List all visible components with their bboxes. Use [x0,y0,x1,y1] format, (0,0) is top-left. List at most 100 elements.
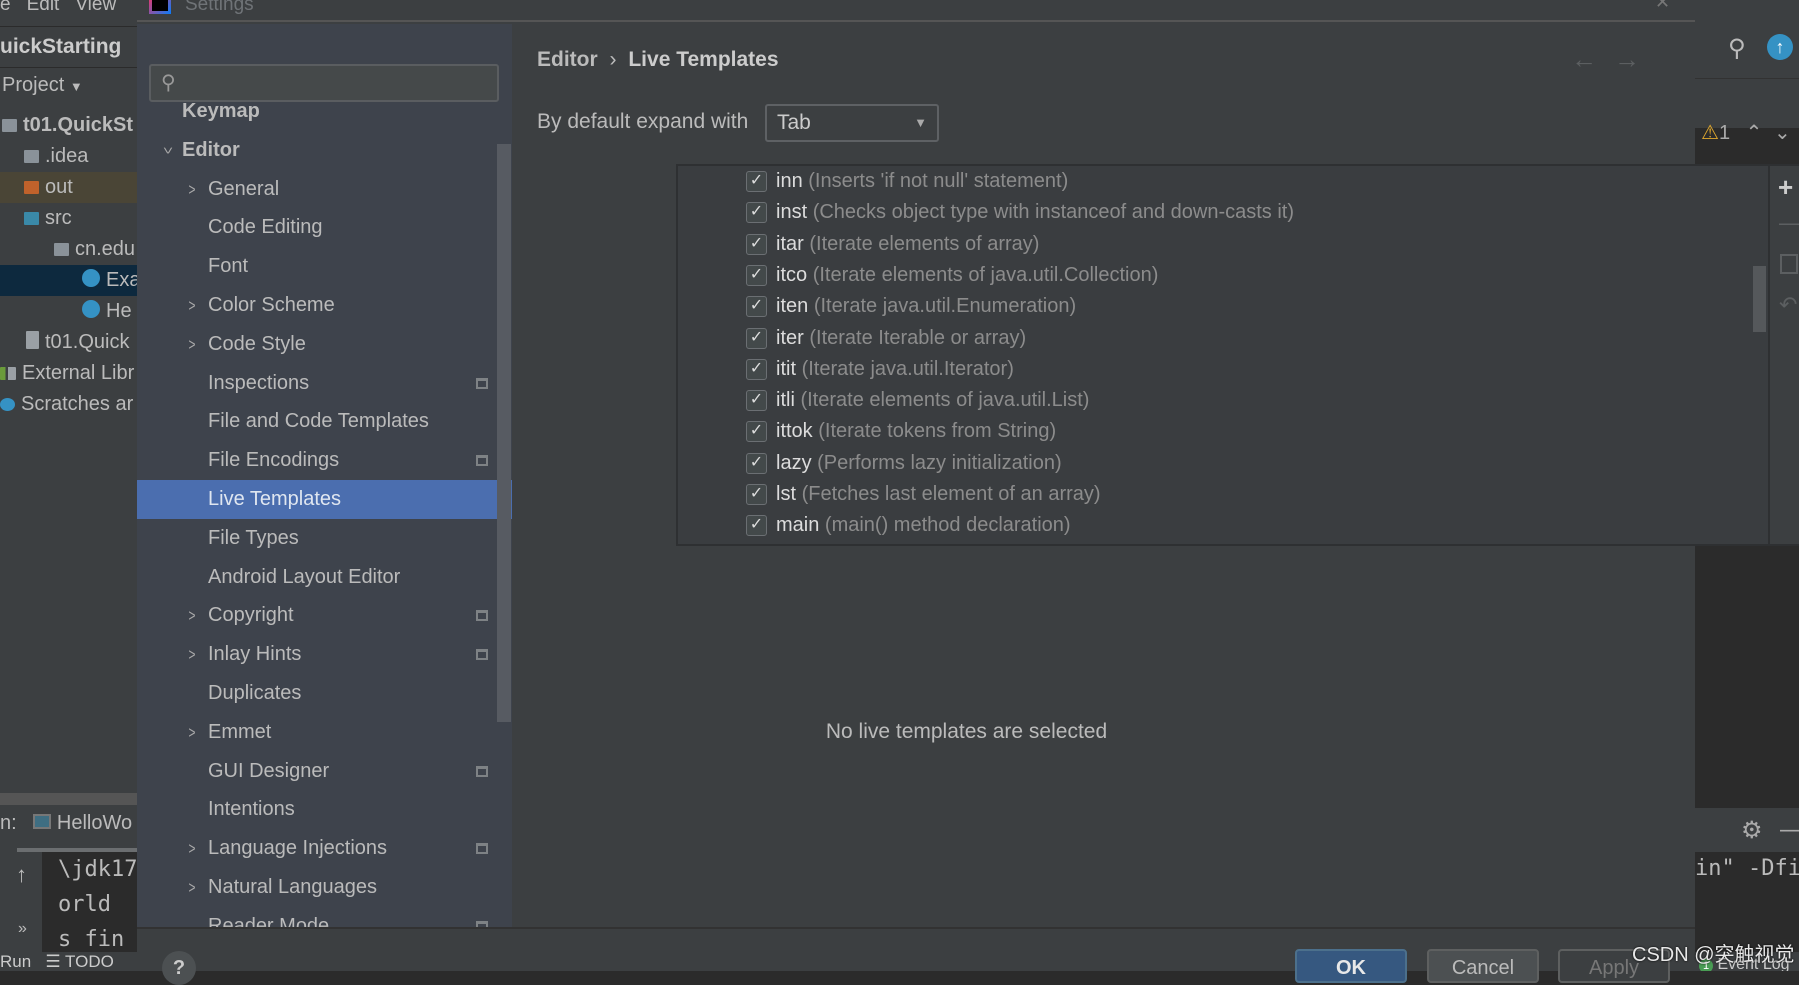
template-checkbox[interactable]: ✓ [746,515,767,537]
todo-tool-tab[interactable]: TODO [65,952,114,971]
template-row[interactable]: ✓ itli (Iterate elements of java.util.Lis… [678,385,1766,416]
sidebar-item-color-scheme[interactable]: > Color Scheme [137,286,512,325]
horizontal-scrollbar[interactable] [0,793,137,805]
tree-item[interactable]: Scratches ar [0,389,137,420]
sidebar-item-file-types[interactable]: File Types [137,519,512,558]
template-row[interactable]: ✓ itit (Iterate java.util.Iterator) [678,354,1766,385]
template-checkbox[interactable]: ✓ [746,264,767,286]
menu-file[interactable]: e [0,0,11,15]
template-row[interactable]: ✓ iten (Iterate java.util.Enumeration) [678,291,1766,322]
project-view-dropdown[interactable]: Project ▼ [2,74,83,97]
restore-defaults-icon[interactable]: ↶ [1779,292,1797,318]
more-icon[interactable]: » [18,920,27,938]
chevron-right-icon[interactable]: > [188,829,195,868]
tree-item[interactable]: Exa [0,265,137,296]
template-row[interactable]: ✓ lazy (Performs lazy initialization) [678,448,1766,479]
template-checkbox[interactable]: ✓ [746,484,767,505]
prev-highlight-icon[interactable]: ⌃ [1746,122,1763,144]
tree-item[interactable]: .idea [0,141,137,172]
tree-item[interactable]: t01.QuickSt [0,110,137,141]
template-checkbox[interactable]: ✓ [746,421,767,443]
template-row[interactable]: ✓ itco (Iterate elements of java.util.Col… [678,260,1766,291]
sidebar-item-code-editing[interactable]: Code Editing [137,208,512,247]
sidebar-item-inspections[interactable]: Inspections [137,364,512,403]
chevron-right-icon[interactable]: > [188,713,195,752]
gear-icon[interactable]: ⚙ [1741,816,1763,845]
tree-item[interactable]: out [0,172,137,203]
add-template-icon[interactable]: + [1778,172,1793,203]
cancel-button[interactable]: Cancel [1427,949,1539,983]
template-checkbox[interactable]: ✓ [746,171,767,192]
sidebar-item-gui-designer[interactable]: GUI Designer [137,752,512,791]
sidebar-item-intentions[interactable]: Intentions [137,790,512,829]
chevron-right-icon[interactable]: > [188,635,195,674]
tree-item[interactable]: He [0,296,137,327]
duplicate-template-icon[interactable] [1780,254,1798,274]
menu-edit[interactable]: Edit [27,0,60,15]
search-everywhere-icon[interactable]: ⚲ [1728,34,1746,63]
sidebar-item-natural-languages[interactable]: > Natural Languages [137,868,512,907]
expand-with-select[interactable]: Tab ▼ [765,104,939,142]
sidebar-item-copyright[interactable]: > Copyright [137,596,512,635]
close-icon[interactable]: ✕ [1655,0,1670,13]
chevron-right-icon[interactable]: > [188,325,195,364]
sidebar-item-file-encodings[interactable]: File Encodings [137,441,512,480]
ok-button[interactable]: OK [1295,949,1407,983]
template-row[interactable]: ✓ lst (Fetches last element of an array) [678,479,1766,510]
tree-item[interactable]: src [0,203,137,234]
templates-scrollbar[interactable] [1753,266,1766,332]
tree-item[interactable]: cn.edu [0,234,137,265]
sidebar-scrollbar[interactable] [497,144,511,722]
template-checkbox[interactable]: ✓ [746,452,767,474]
sidebar-item-language-injections[interactable]: > Language Injections [137,829,512,868]
template-row[interactable]: ✓ itar (Iterate elements of array) [678,229,1766,260]
run-tool-tab[interactable]: Run [0,952,31,971]
sidebar-item-inlay-hints[interactable]: > Inlay Hints [137,635,512,674]
next-highlight-icon[interactable]: ⌄ [1774,122,1791,144]
template-checkbox[interactable]: ✓ [746,202,767,224]
expand-with-label: By default expand with [537,110,749,133]
tree-item[interactable]: External Libr [0,358,137,389]
update-icon[interactable]: ↑ [1767,34,1793,60]
nav-breadcrumb[interactable]: uickStarting [0,26,137,68]
template-row[interactable]: ✓ inst (Checks object type with instanceo… [678,197,1766,228]
tree-item[interactable]: t01.Quick [0,327,137,358]
menu-view[interactable]: View [75,0,116,15]
forward-arrow-icon[interactable]: → [1614,44,1640,75]
breadcrumb-current: Live Templates [628,48,779,71]
sidebar-item-live-templates[interactable]: Live Templates [137,480,512,519]
chevron-right-icon[interactable]: > [188,286,195,325]
console-output[interactable]: \jdk17 orld s fin [42,852,137,952]
breadcrumb-editor[interactable]: Editor [537,48,598,71]
template-checkbox[interactable]: ✓ [746,390,767,412]
sidebar-item-reader-mode[interactable]: Reader Mode [137,907,512,927]
scroll-up-icon[interactable]: ↑ [16,862,27,888]
help-button[interactable]: ? [162,951,196,985]
template-row[interactable]: ✓ inn (Inserts 'if not null' statement) [678,166,1766,197]
run-tab[interactable]: HelloWo [57,812,132,834]
template-checkbox[interactable]: ✓ [746,233,767,255]
sidebar-item-editor[interactable]: > Editor [137,131,512,170]
sidebar-item-code-style[interactable]: > Code Style [137,325,512,364]
back-arrow-icon[interactable]: ← [1571,44,1597,75]
sidebar-item-android-layout-editor[interactable]: Android Layout Editor [137,558,512,597]
sidebar-item-duplicates[interactable]: Duplicates [137,674,512,713]
chevron-down-icon: ▼ [914,115,927,130]
sidebar-item-general[interactable]: > General [137,170,512,209]
minimize-icon[interactable]: — [1780,816,1799,844]
template-row[interactable]: ✓ ittok (Iterate tokens from String) [678,416,1766,447]
chevron-right-icon[interactable]: > [188,596,195,635]
template-checkbox[interactable]: ✓ [746,296,767,318]
template-checkbox[interactable]: ✓ [746,358,767,380]
sidebar-item-font[interactable]: Font [137,247,512,286]
template-row[interactable]: ✓ main (main() method declaration) [678,510,1766,541]
templates-tree[interactable]: ✓ inn (Inserts 'if not null' statement) ✓ i… [676,164,1799,546]
chevron-right-icon[interactable]: > [188,868,195,907]
sidebar-item-file-and-code-templates[interactable]: File and Code Templates [137,402,512,441]
warning-indicator[interactable]: ⚠1 ⌃ ⌄ [1701,120,1791,145]
chevron-right-icon[interactable]: > [188,170,195,209]
remove-template-icon[interactable]: — [1779,210,1799,236]
template-row[interactable]: ✓ iter (Iterate Iterable or array) [678,323,1766,354]
sidebar-item-keymap[interactable]: Keymap [137,92,512,131]
template-checkbox[interactable]: ✓ [746,327,767,349]
